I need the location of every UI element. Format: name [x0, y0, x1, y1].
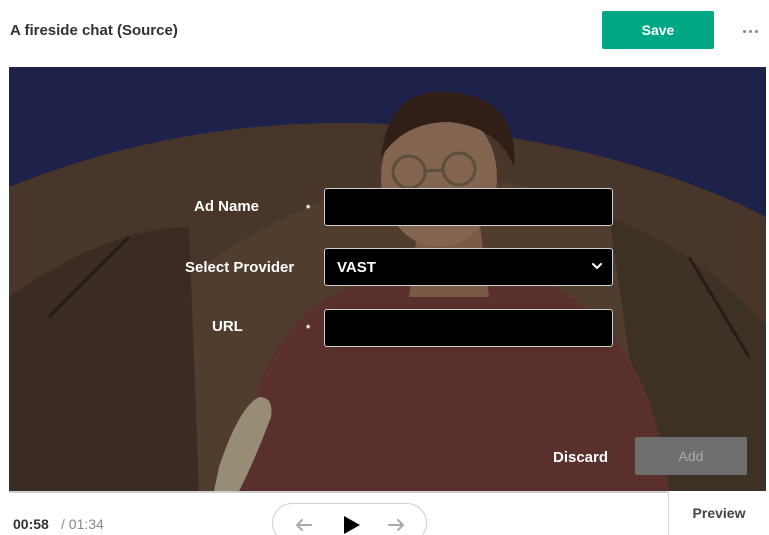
chevron-down-icon [592, 263, 602, 269]
timeline-divider [9, 491, 668, 493]
ad-name-input[interactable] [324, 188, 613, 226]
required-marker: * [306, 323, 311, 335]
preview-tab[interactable]: Preview [668, 491, 769, 535]
add-button[interactable]: Add [635, 437, 747, 475]
required-marker: * [306, 203, 311, 215]
discard-button[interactable]: Discard [553, 449, 608, 466]
ad-name-label: Ad Name [194, 198, 260, 215]
page-title: A fireside chat (Source) [10, 22, 178, 39]
play-icon[interactable] [339, 513, 363, 535]
provider-select[interactable]: VAST [324, 248, 613, 286]
total-time-value: 01:34 [68, 516, 104, 532]
current-time: 00:58 [13, 516, 49, 532]
select-provider-label: Select Provider [185, 259, 295, 276]
playback-controls [272, 503, 427, 535]
url-label: URL [212, 318, 243, 335]
step-back-arrow-icon[interactable] [293, 514, 315, 535]
url-input[interactable] [324, 309, 613, 347]
save-button[interactable]: Save [602, 11, 714, 49]
more-options-icon[interactable] [735, 22, 765, 40]
total-time: / 01:34 [61, 516, 104, 532]
time-separator: / [61, 516, 65, 532]
provider-selected-value: VAST [337, 258, 376, 276]
step-forward-arrow-icon[interactable] [385, 514, 407, 535]
